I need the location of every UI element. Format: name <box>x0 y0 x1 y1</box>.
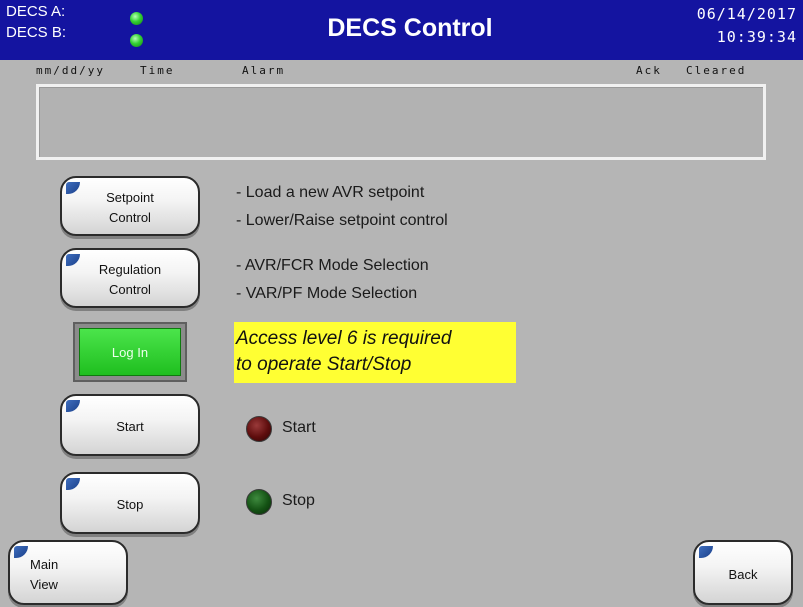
page-title: DECS Control <box>327 14 493 42</box>
setpoint-desc-2: - Lower/Raise setpoint control <box>236 212 448 229</box>
decs-a-status-led-icon <box>130 12 143 25</box>
back-button-label: Back <box>728 566 758 582</box>
stop-indicator-led-icon <box>246 489 272 515</box>
notice-line1: Access level 6 is required <box>236 328 452 349</box>
start-indicator-label: Start <box>282 419 316 436</box>
main-view-line2: View <box>30 576 58 592</box>
alarm-col-alarm: Alarm <box>242 64 286 77</box>
access-level-notice: Access level 6 is required to operate St… <box>234 322 516 383</box>
setpoint-label-line2: Control <box>109 210 151 225</box>
decs-b-status-led-icon <box>130 34 143 47</box>
decs-a-label: DECS A: <box>6 3 66 20</box>
regulation-control-button[interactable]: Regulation Control <box>60 248 200 308</box>
main-view-line1: Main <box>30 556 59 572</box>
date-display: 06/14/2017 <box>696 5 797 23</box>
login-button[interactable]: Log In <box>73 322 187 382</box>
regulation-desc-2: - VAR/PF Mode Selection <box>236 285 418 302</box>
decs-b-label: DECS B: <box>6 24 67 41</box>
setpoint-desc-1: - Load a new AVR setpoint <box>236 184 425 201</box>
stop-indicator-label: Stop <box>282 492 315 509</box>
setpoint-control-label: Setpoint Control <box>106 188 154 228</box>
start-button[interactable]: Start <box>60 394 200 456</box>
setpoint-label-line1: Setpoint <box>106 190 154 205</box>
login-label: Log In <box>79 328 181 376</box>
corner-tab-icon <box>66 182 80 194</box>
alarm-col-time: Time <box>140 64 175 77</box>
stop-button[interactable]: Stop <box>60 472 200 534</box>
stop-button-label: Stop <box>116 497 144 512</box>
header-bar: DECS A: DECS B: DECS Control 06/14/2017 … <box>0 0 803 60</box>
alarm-col-ack: Ack <box>636 64 662 77</box>
time-display: 10:39:34 <box>716 28 797 46</box>
corner-tab-icon <box>66 400 80 412</box>
start-indicator-led-icon <box>246 416 272 442</box>
main-view-button[interactable]: Main View <box>8 540 128 605</box>
alarm-list[interactable] <box>36 84 766 160</box>
regulation-desc-1: - AVR/FCR Mode Selection <box>236 257 429 274</box>
corner-tab-icon <box>66 254 80 266</box>
main-view-label: Main View <box>30 555 58 595</box>
regulation-control-label: Regulation Control <box>99 260 161 300</box>
notice-line2: to operate Start/Stop <box>236 354 412 375</box>
regulation-label-line1: Regulation <box>98 262 162 277</box>
alarm-col-date: mm/dd/yy <box>36 64 105 77</box>
start-button-label: Start <box>116 419 144 434</box>
alarm-col-cleared: Cleared <box>686 64 747 77</box>
alarm-table-header: mm/dd/yy Time Alarm Ack Cleared <box>0 64 803 82</box>
regulation-label-line2: Control <box>109 282 151 297</box>
setpoint-control-button[interactable]: Setpoint Control <box>60 176 200 236</box>
corner-tab-icon <box>66 478 80 490</box>
corner-tab-icon <box>699 546 713 558</box>
corner-tab-icon <box>14 546 28 558</box>
back-button[interactable]: Back <box>693 540 793 605</box>
